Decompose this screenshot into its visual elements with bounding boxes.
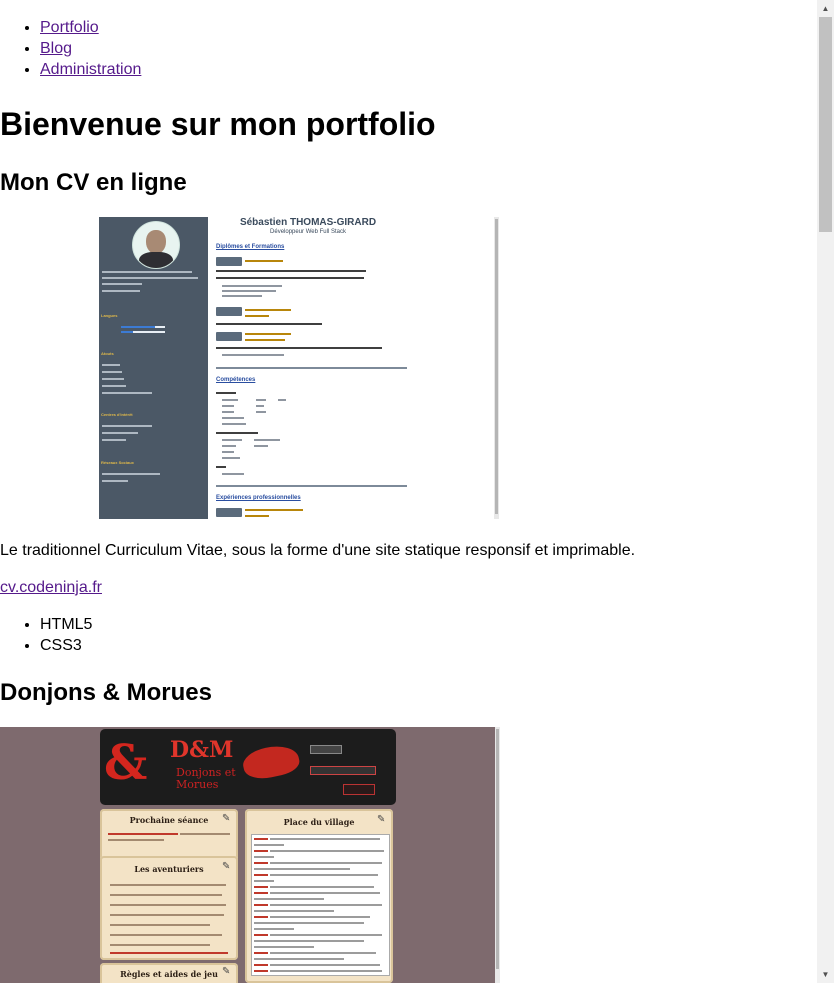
project-title-cv: Mon CV en ligne bbox=[0, 169, 187, 196]
tech-list-cv: HTML5 CSS3 bbox=[0, 614, 92, 656]
dm-chat-log bbox=[251, 834, 390, 976]
cv-year-badge bbox=[216, 257, 242, 266]
project-link-cv[interactable]: cv.codeninja.fr bbox=[0, 579, 102, 596]
dm-character-select bbox=[310, 745, 342, 754]
tech-item: HTML5 bbox=[40, 614, 92, 635]
dm-panel-title: Place du village bbox=[283, 817, 355, 827]
dm-panel-adventurers: Les aventuriers ✎ bbox=[100, 856, 238, 960]
cv-main: Sébastien THOMAS-GIRARD Développeur Web … bbox=[208, 217, 499, 519]
main-nav: Portfolio Blog Administration bbox=[0, 17, 141, 80]
quill-icon: ✎ bbox=[222, 966, 231, 977]
dm-panel-rules: Règles et aides de jeu ✎ bbox=[100, 963, 238, 983]
nav-link-portfolio[interactable]: Portfolio bbox=[40, 19, 99, 36]
quill-icon: ✎ bbox=[222, 861, 231, 872]
cv-section-experiences: Expériences professionnelles bbox=[216, 495, 301, 501]
dm-panel-title: Prochaine séance bbox=[129, 815, 209, 825]
cv-sidebar: Langues Atouts Centres d'intérêt Réseaux… bbox=[99, 217, 208, 519]
cv-year-badge bbox=[216, 508, 242, 517]
cv-year-badge bbox=[216, 307, 242, 316]
tech-item: CSS3 bbox=[40, 635, 92, 656]
dm-password-field bbox=[310, 766, 376, 775]
project-link-paragraph: cv.codeninja.fr bbox=[0, 577, 102, 598]
dm-panel-title: Règles et aides de jeu bbox=[120, 969, 218, 979]
dm-screenshot-scrollbar bbox=[495, 727, 500, 983]
dragon-ampersand-icon: & bbox=[104, 735, 148, 791]
cv-screenshot: Langues Atouts Centres d'intérêt Réseaux… bbox=[99, 217, 499, 519]
page-title: Bienvenue sur mon portfolio bbox=[0, 106, 436, 142]
divider bbox=[216, 367, 407, 369]
dm-logo: D&M bbox=[170, 737, 234, 763]
page-scrollbar[interactable]: ▲ ▼ bbox=[817, 0, 834, 983]
nav-item-blog: Blog bbox=[40, 38, 141, 59]
avatar bbox=[132, 221, 180, 269]
quill-icon: ✎ bbox=[222, 813, 231, 824]
divider bbox=[216, 485, 407, 487]
nav-link-blog[interactable]: Blog bbox=[40, 40, 72, 57]
cv-role: Développeur Web Full Stack bbox=[270, 229, 346, 235]
cv-screenshot-scrollbar bbox=[494, 217, 499, 519]
cv-year-badge bbox=[216, 332, 242, 341]
project-title-dm: Donjons & Morues bbox=[0, 679, 213, 706]
dm-login-button bbox=[343, 784, 375, 795]
cv-name: Sébastien THOMAS-GIRARD bbox=[239, 217, 377, 228]
cv-section-competences: Compétences bbox=[216, 377, 256, 383]
scrollbar-thumb[interactable] bbox=[819, 17, 832, 232]
scroll-down-arrow-icon[interactable]: ▼ bbox=[817, 966, 834, 983]
quill-icon: ✎ bbox=[377, 814, 386, 825]
nav-item-administration: Administration bbox=[40, 59, 141, 80]
nav-link-administration[interactable]: Administration bbox=[40, 61, 141, 78]
dm-panel-title: Les aventuriers bbox=[134, 864, 204, 874]
cv-section-diplomes: Diplômes et Formations bbox=[216, 244, 285, 250]
project-description-cv: Le traditionnel Curriculum Vitae, sous l… bbox=[0, 542, 636, 559]
scroll-up-arrow-icon[interactable]: ▲ bbox=[817, 0, 834, 17]
dm-panel-next-session: Prochaine séance ✎ bbox=[100, 809, 238, 861]
dm-logo-subtitle: Donjons et Morues bbox=[176, 766, 236, 791]
page: Portfolio Blog Administration Bienvenue … bbox=[0, 0, 817, 983]
dm-screenshot: & D&M Donjons et Morues Prochaine séance… bbox=[0, 727, 500, 983]
nav-item-portfolio: Portfolio bbox=[40, 17, 141, 38]
